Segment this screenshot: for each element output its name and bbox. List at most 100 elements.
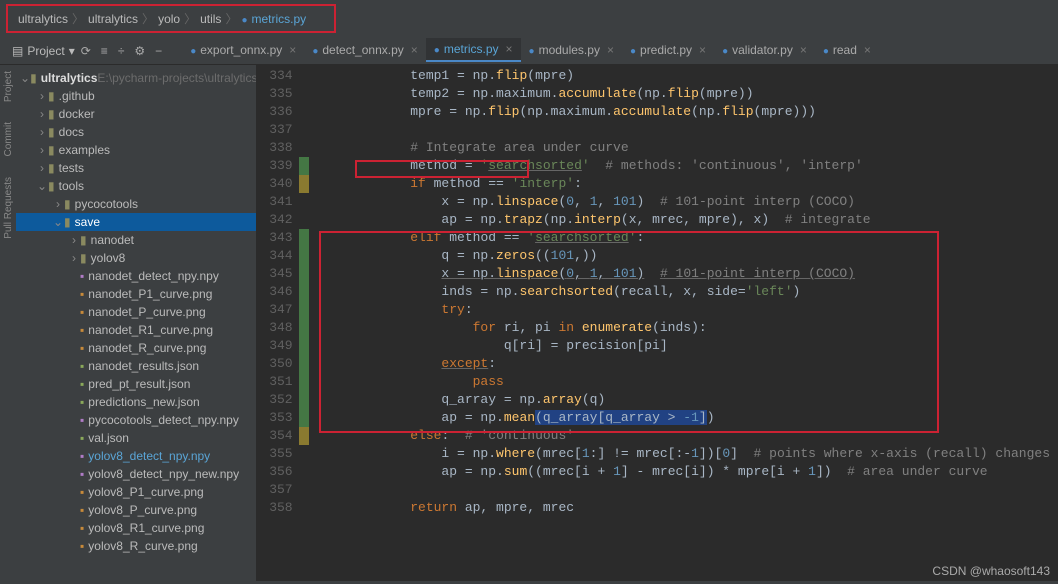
chevron-right-icon[interactable]: › [36,143,48,157]
tree-file[interactable]: ▪nanodet_results.json [16,357,256,375]
code-line[interactable]: elif method == 'searchsorted': [317,229,1050,247]
code-line[interactable]: ap = np.sum((mrec[i + 1] - mrec[i]) * mp… [317,463,1050,481]
folder-icon: ▮ [80,251,87,265]
tree-file[interactable]: ▪yolov8_P1_curve.png [16,483,256,501]
breadcrumb-item[interactable]: utils [200,12,221,26]
toolbar-icon[interactable]: ≡ [101,44,108,58]
tree-file[interactable]: ▪yolov8_detect_npy_new.npy [16,465,256,483]
code-line[interactable]: if method == 'interp': [317,175,1050,193]
code-line[interactable]: try: [317,301,1050,319]
chevron-right-icon[interactable]: › [36,89,48,103]
chevron-right-icon[interactable]: › [36,107,48,121]
code-line[interactable]: inds = np.searchsorted(recall, x, side='… [317,283,1050,301]
toolbar-icon[interactable]: − [155,44,162,58]
tree-folder[interactable]: ›▮nanodet [16,231,256,249]
side-tool-commit[interactable]: Commit [3,122,14,156]
code-editor[interactable]: 3343353363373383393403413423433443453463… [257,65,1058,581]
code-line[interactable]: else: # 'continuous' [317,427,1050,445]
toolbar-icon[interactable]: ⚙ [134,44,145,58]
line-number: 354 [257,427,293,445]
tree-file[interactable]: ▪pred_pt_result.json [16,375,256,393]
code-line[interactable]: method = 'searchsorted' # methods: 'cont… [317,157,1050,175]
editor-tab[interactable]: read× [815,39,879,61]
editor-tab[interactable]: metrics.py× [426,38,521,62]
tree-file[interactable]: ▪yolov8_detect_npy.npy [16,447,256,465]
close-icon[interactable]: × [289,43,296,57]
breadcrumb[interactable]: ultralytics〉ultralytics〉yolo〉utils〉 metr… [6,4,336,33]
tree-file[interactable]: ▪nanodet_R1_curve.png [16,321,256,339]
file-icon: ▪ [80,413,84,427]
chevron-right-icon[interactable]: › [68,233,80,247]
tree-file[interactable]: ▪yolov8_R_curve.png [16,537,256,555]
code-line[interactable]: pass [317,373,1050,391]
code-line[interactable]: return ap, mpre, mrec [317,499,1050,517]
close-icon[interactable]: × [506,42,513,56]
tree-folder[interactable]: ›▮.github [16,87,256,105]
tree-root[interactable]: ⌄▮ultralytics E:\pycharm-projects\ultral… [16,69,256,87]
tree-folder[interactable]: ›▮tests [16,159,256,177]
chevron-down-icon[interactable]: ⌄ [52,215,64,229]
code-line[interactable]: mpre = np.flip(np.maximum.accumulate(np.… [317,103,1050,121]
code-line[interactable]: q = np.zeros((101,)) [317,247,1050,265]
code-line[interactable]: ap = np.mean(q_array[q_array > -1]) [317,409,1050,427]
tree-folder[interactable]: ⌄▮save [16,213,256,231]
toolbar-icon[interactable]: ⟳ [81,44,91,58]
breadcrumb-item[interactable]: yolo [158,12,180,26]
chevron-right-icon[interactable]: › [52,197,64,211]
close-icon[interactable]: × [411,43,418,57]
tree-file[interactable]: ▪pycocotools_detect_npy.npy [16,411,256,429]
code-area[interactable]: temp1 = np.flip(mpre) temp2 = np.maximum… [309,65,1058,581]
tree-folder[interactable]: ›▮pycocotools [16,195,256,213]
editor-tab[interactable]: predict.py× [622,39,714,61]
code-line[interactable]: x = np.linspace(0, 1, 101) # 101-point i… [317,193,1050,211]
tree-folder[interactable]: ›▮docs [16,123,256,141]
editor-tab[interactable]: validator.py× [714,39,815,61]
tree-folder[interactable]: ⌄▮tools [16,177,256,195]
code-line[interactable]: ap = np.trapz(np.interp(x, mrec, mpre), … [317,211,1050,229]
editor-tab[interactable]: export_onnx.py× [182,39,304,61]
chevron-right-icon[interactable]: › [36,125,48,139]
tree-folder[interactable]: ›▮yolov8 [16,249,256,267]
close-icon[interactable]: × [699,43,706,57]
python-icon [434,42,440,56]
tree-file[interactable]: ▪yolov8_P_curve.png [16,501,256,519]
code-line[interactable]: temp2 = np.maximum.accumulate(np.flip(mp… [317,85,1050,103]
breadcrumb-item[interactable]: ultralytics [88,12,138,26]
code-line[interactable]: q[ri] = precision[pi] [317,337,1050,355]
tree-file[interactable]: ▪val.json [16,429,256,447]
tree-file[interactable]: ▪nanodet_detect_npy.npy [16,267,256,285]
code-line[interactable]: # Integrate area under curve [317,139,1050,157]
close-icon[interactable]: × [864,43,871,57]
toolbar-icon[interactable]: ÷ [118,44,125,58]
chevron-right-icon[interactable]: › [36,161,48,175]
tree-file[interactable]: ▪nanodet_P_curve.png [16,303,256,321]
close-icon[interactable]: × [607,43,614,57]
chevron-right-icon[interactable]: › [68,251,80,265]
change-mark [299,103,309,121]
chevron-down-icon[interactable]: ⌄ [20,71,30,85]
tree-file[interactable]: ▪nanodet_R_curve.png [16,339,256,357]
tree-folder[interactable]: ›▮docker [16,105,256,123]
code-line[interactable]: x = np.linspace(0, 1, 101) # 101-point i… [317,265,1050,283]
close-icon[interactable]: × [800,43,807,57]
tree-folder[interactable]: ›▮examples [16,141,256,159]
project-tree[interactable]: ⌄▮ultralytics E:\pycharm-projects\ultral… [16,65,257,581]
code-line[interactable] [317,481,1050,499]
tree-file[interactable]: ▪nanodet_P1_curve.png [16,285,256,303]
code-line[interactable]: temp1 = np.flip(mpre) [317,67,1050,85]
code-line[interactable] [317,121,1050,139]
breadcrumb-item[interactable]: metrics.py [252,12,307,26]
tree-file[interactable]: ▪predictions_new.json [16,393,256,411]
editor-tab[interactable]: modules.py× [521,39,622,61]
code-line[interactable]: q_array = np.array(q) [317,391,1050,409]
tree-file[interactable]: ▪yolov8_R1_curve.png [16,519,256,537]
chevron-down-icon[interactable]: ⌄ [36,179,48,193]
side-tool-project[interactable]: Project [3,71,14,102]
breadcrumb-item[interactable]: ultralytics [18,12,68,26]
code-line[interactable]: for ri, pi in enumerate(inds): [317,319,1050,337]
editor-tab[interactable]: detect_onnx.py× [304,39,425,61]
code-line[interactable]: i = np.where(mrec[1:] != mrec[:-1])[0] #… [317,445,1050,463]
side-tool-pull[interactable]: Pull Requests [3,177,14,239]
project-tool-label[interactable]: ▤ Project ▾ [6,42,81,60]
code-line[interactable]: except: [317,355,1050,373]
